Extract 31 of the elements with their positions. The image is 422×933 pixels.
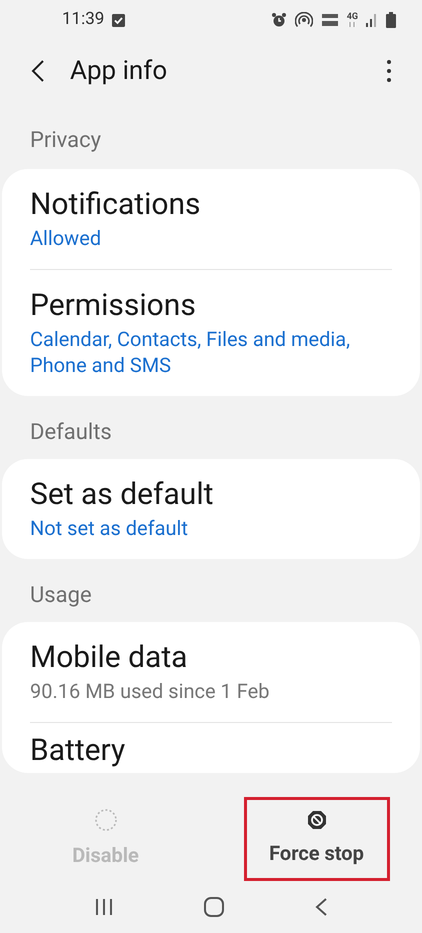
- settings-item[interactable]: Battery: [30, 722, 392, 773]
- item-subtitle: 90.16 MB used since 1 Feb: [30, 678, 270, 704]
- item-subtitle: Allowed: [30, 225, 102, 251]
- battery-icon: [386, 12, 396, 28]
- settings-item[interactable]: Mobile data 90.16 MB used since 1 Feb: [30, 622, 392, 722]
- section-header: Usage: [30, 583, 92, 608]
- back-icon[interactable]: [314, 897, 328, 917]
- recent-apps-icon[interactable]: [94, 898, 114, 916]
- signal-icon: [366, 13, 378, 27]
- hotspot-icon: [294, 12, 313, 28]
- network-type: 4G: [346, 13, 358, 22]
- clock-time: 11:39: [62, 8, 104, 32]
- settings-item[interactable]: Permissions Calendar, Contacts, Files and media, Phone and SMS: [30, 269, 392, 396]
- item-title: Notifications: [30, 187, 202, 223]
- item-title: Battery: [30, 733, 126, 769]
- settings-item[interactable]: Set as default Not set as default: [30, 459, 392, 559]
- checkbox-icon: [112, 14, 126, 26]
- page-title: App info: [70, 54, 168, 88]
- item-title: Set as default: [30, 477, 214, 513]
- section-header: Privacy: [30, 128, 102, 153]
- item-subtitle: Not set as default: [30, 515, 189, 541]
- item-title: Permissions: [30, 288, 197, 324]
- dashed-circle-icon: [94, 808, 118, 832]
- settings-item[interactable]: Notifications Allowed: [30, 169, 392, 269]
- section-header: Defaults: [30, 420, 112, 445]
- home-icon[interactable]: [202, 896, 225, 918]
- alarm-icon: [270, 12, 287, 28]
- item-subtitle: Calendar, Contacts, Files and media, Phone and SMS: [30, 326, 352, 378]
- stop-icon: [306, 810, 326, 830]
- force-stop-button[interactable]: Force stop: [244, 797, 390, 881]
- item-title: Mobile data: [30, 640, 188, 676]
